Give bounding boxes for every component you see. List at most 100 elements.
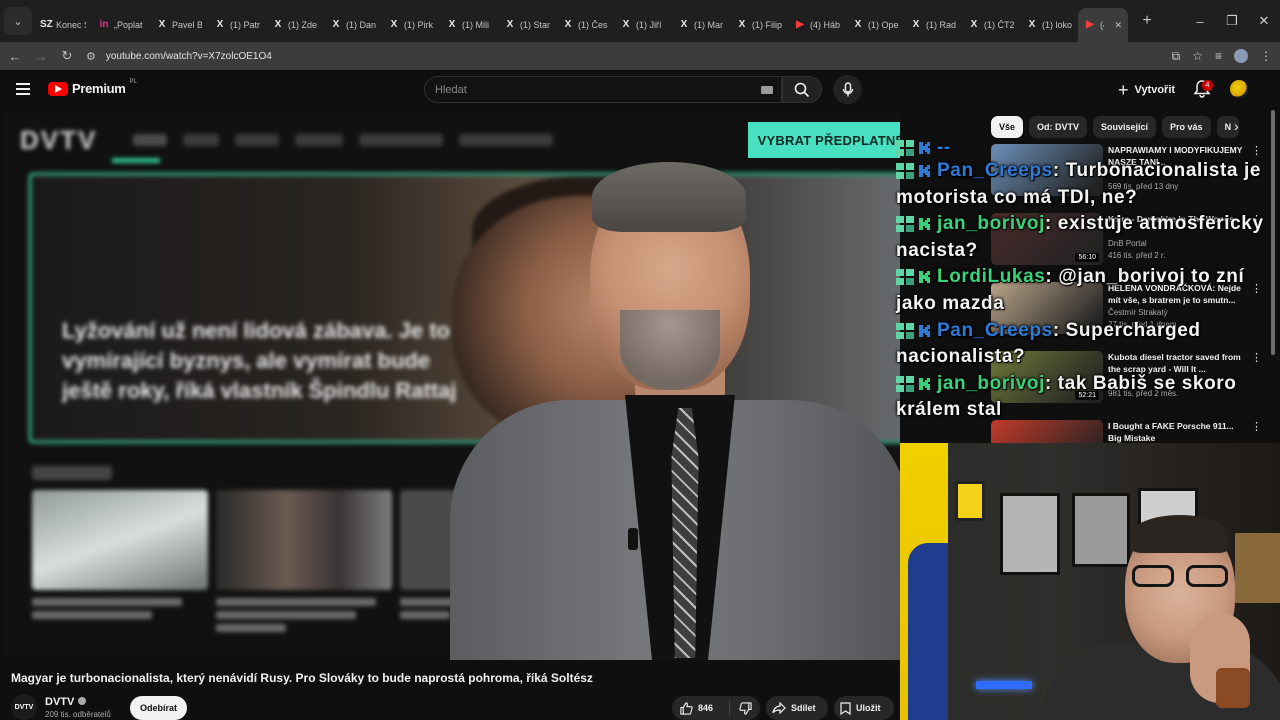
like-button[interactable]: 846 [672,700,730,716]
plus-icon: + [1118,79,1129,100]
browser-tab[interactable]: X (1) Mar [672,8,730,42]
browser-tab[interactable]: X (1) Jiří [614,8,672,42]
forward-icon[interactable]: → [30,49,52,64]
browser-tab[interactable]: X (1) loko [1020,8,1078,42]
channel-badge-icon [896,162,914,179]
keyboard-icon[interactable] [761,86,773,94]
chat-username: LordiLukas [937,266,1046,288]
browser-tab[interactable]: X (1) Rad [904,8,962,42]
reload-icon[interactable]: ↻ [56,48,78,64]
close-tab-icon[interactable]: ✕ [1114,20,1122,31]
tab-title: „Poplat [114,20,143,30]
address-bar: ← → ↻ ⚙ youtube.com/watch?v=X7zolcOE1O4 … [0,42,1280,70]
minimize-icon[interactable]: – [1184,14,1216,29]
channel-name-text: DVTV [45,696,75,708]
save-button[interactable]: Uložit [834,696,894,720]
video-player[interactable]: DVTV Lyžování už není lidová zábava. Je … [0,110,900,660]
dislike-button[interactable] [730,701,760,715]
subscribe-button[interactable]: Odebírat [130,696,187,720]
browser-tab[interactable]: X (1) ČT2 [962,8,1020,42]
bookmark-star-icon[interactable]: ☆ [1192,49,1203,63]
filter-chip[interactable]: Vše [991,116,1024,138]
video-title: Magyar je turbonacionalista, který nenáv… [11,671,593,685]
kick-badge-icon [919,324,930,337]
subscriber-count: 209 tis. odběratelů [45,710,111,719]
browser-tab[interactable]: SZKonec S [34,8,92,42]
chat-overlay: -- Pan_Creeps: Turbonacionalista je motor… [896,138,1276,424]
lapel-microphone-icon [628,528,638,550]
x-favicon-icon: X [970,19,978,30]
x-favicon-icon: X [274,19,282,30]
share-arrow-icon [772,702,786,714]
filter-chip[interactable]: Pro vás [1162,116,1211,138]
create-button[interactable]: + Vytvořit [1118,78,1175,102]
browser-tab[interactable]: X (1) Filip [730,8,788,42]
filter-chip[interactable]: Související [1093,116,1157,138]
channel-name[interactable]: DVTV [45,696,87,708]
browser-tab[interactable]: X Pavel B [150,8,208,42]
chat-message: LordiLukas: @jan_borivoj to zní jako maz… [896,264,1276,317]
subscribe-offer-button[interactable]: VYBRAT PŘEDPLATNÉ [748,122,900,158]
menu-icon[interactable] [16,83,30,95]
browser-tab[interactable]: in „Poplat [92,8,150,42]
address-bar-actions: ⧉ ☆ ≡ ⋮ [1172,42,1272,70]
install-app-icon[interactable]: ⧉ [1172,49,1181,64]
x-favicon-icon: X [390,19,398,30]
search-button[interactable] [782,76,822,103]
kick-badge-icon [919,141,930,154]
browser-tab[interactable]: X (1) Ope [846,8,904,42]
new-tab-button[interactable]: + [1134,8,1160,34]
tab-title: Konec S [56,20,86,30]
tab-title: (1) Rad [926,20,956,30]
screen: ⌄ SZKonec S in „Poplat X Pavel B X (1) Patr X (1… [0,0,1280,720]
browser-tab[interactable]: X (1) Stan [498,8,556,42]
browser-tab[interactable]: ▶ (4) Háb [788,8,846,42]
share-button[interactable]: Sdílet [766,696,828,720]
thumbs-down-icon [738,701,752,715]
browser-tab[interactable]: X (1) Mili [440,8,498,42]
x-favicon-icon: X [564,19,572,30]
x-favicon-icon: X [622,19,630,30]
filter-chip[interactable]: Od: DVTV [1029,116,1088,138]
chat-message: Pan_Creeps: Supercharged nacionalista? [896,318,1276,371]
webcam-overlay [900,443,1280,720]
browser-menu-icon[interactable]: ⋮ [1260,49,1272,63]
channel-avatar[interactable]: DVTV [11,694,37,720]
tab-list: SZKonec S in „Poplat X Pavel B X (1) Patr X (1) … [34,0,1128,42]
tab-title: (1) ČT2 [984,20,1014,30]
maximize-icon[interactable]: ❐ [1216,13,1248,29]
tab-search-button[interactable]: ⌄ [4,7,32,35]
kick-badge-icon [919,164,930,177]
kick-badge-icon [919,377,930,390]
youtube-premium-logo[interactable]: Premium PL [48,79,137,96]
tab-title: (1) Filip [752,20,782,30]
tab-title: (1) Patr [230,20,260,30]
site-info-icon[interactable]: ⚙ [86,50,96,63]
browser-tab[interactable]: X (1) Dan [324,8,382,42]
browser-tab[interactable]: X (1) Čes [556,8,614,42]
voice-search-button[interactable] [833,75,862,104]
profile-avatar[interactable] [1234,49,1248,63]
x-favicon-icon: X [216,19,224,30]
chips-next-icon[interactable]: › [1234,118,1239,134]
browser-tab[interactable]: ▶ (4) ✕ [1078,8,1128,42]
url-field[interactable]: ⚙ youtube.com/watch?v=X7zolcOE1O4 [80,44,1280,68]
search-input[interactable]: Hledat [424,76,782,103]
x-favicon-icon: X [158,19,166,30]
account-avatar[interactable] [1230,80,1248,98]
browser-tab[interactable]: X (1) Patr [208,8,266,42]
x-favicon-icon: X [448,19,456,30]
channel-badge-icon [896,375,914,392]
x-favicon-icon: X [912,19,920,30]
tab-title: (1) Čes [578,20,608,30]
x-favicon-icon: X [854,19,862,30]
back-icon[interactable]: ← [4,49,26,64]
close-window-icon[interactable]: ✕ [1248,13,1280,29]
chat-username: jan_borivoj [937,213,1045,235]
tab-title: (1) loko [1042,20,1072,30]
logo-text: Premium [72,81,126,96]
browser-tab[interactable]: X (1) Zde [266,8,324,42]
extensions-icon[interactable]: ≡ [1215,49,1222,63]
browser-tab[interactable]: X (1) Pirk [382,8,440,42]
chat-message: -- [896,138,1276,158]
